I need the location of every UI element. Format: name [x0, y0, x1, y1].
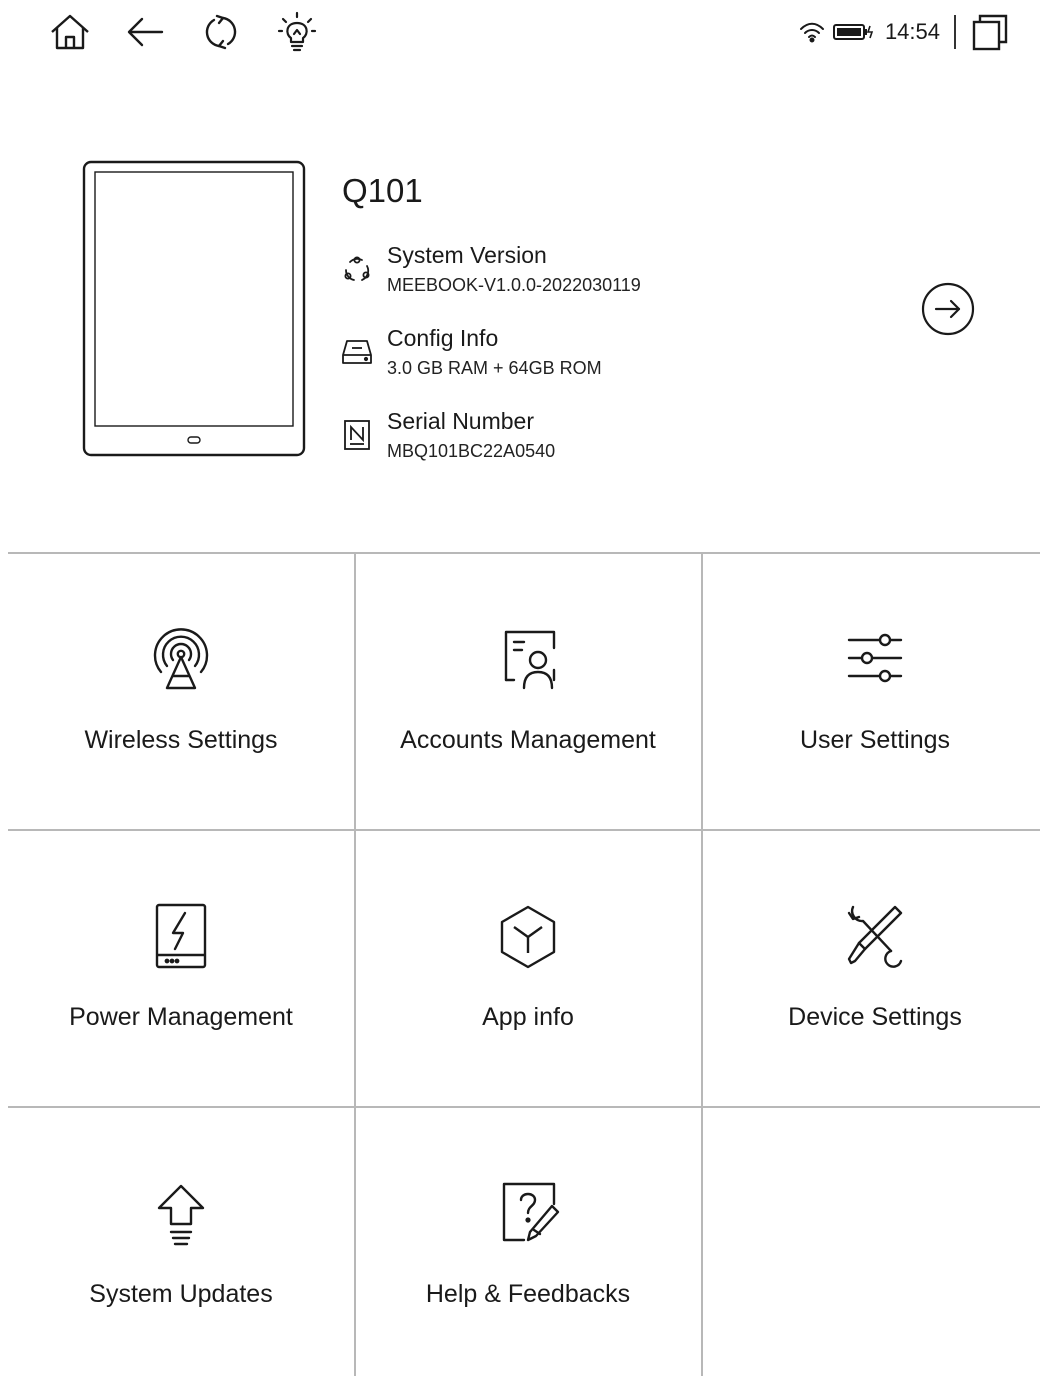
system-version-value: MEEBOOK-V1.0.0-2022030119 — [387, 275, 641, 295]
wireless-icon — [153, 628, 209, 690]
power-icon — [155, 903, 207, 969]
wifi-icon — [799, 22, 824, 43]
tile-accounts-management[interactable]: Accounts Management — [355, 554, 701, 830]
status-divider — [954, 15, 956, 49]
tile-label: Wireless Settings — [84, 726, 278, 754]
tile-app-info[interactable]: App info — [355, 831, 701, 1107]
tile-wireless-settings[interactable]: Wireless Settings — [8, 554, 354, 830]
tile-label: Device Settings — [788, 1003, 962, 1031]
app-box-icon — [500, 905, 556, 969]
home-icon[interactable] — [46, 8, 94, 56]
update-icon — [157, 1184, 205, 1246]
status-right-group: 14:54 — [799, 10, 1010, 54]
accounts-icon — [504, 630, 556, 690]
tile-label: Accounts Management — [400, 726, 656, 754]
multitask-icon[interactable] — [970, 12, 1010, 52]
tile-help-feedbacks[interactable]: Help & Feedbacks — [355, 1108, 701, 1384]
tile-label: Power Management — [69, 1003, 293, 1031]
serial-number-value: MBQ101BC22A0540 — [387, 441, 556, 461]
lightbulb-icon[interactable] — [273, 8, 321, 56]
system-version-icon — [344, 256, 370, 281]
tile-label: System Updates — [89, 1280, 273, 1308]
status-bar: 14:54 — [0, 0, 1040, 64]
serial-number-label: Serial Number — [387, 408, 534, 434]
storage-icon — [342, 340, 372, 364]
tile-system-updates[interactable]: System Updates — [8, 1108, 354, 1384]
device-name: Q101 — [342, 172, 423, 209]
battery-charging-icon — [832, 24, 874, 40]
tile-label: App info — [482, 1003, 574, 1031]
tile-device-settings[interactable]: Device Settings — [702, 831, 1040, 1107]
arrow-right-circle-icon[interactable] — [921, 282, 975, 336]
config-info-label: Config Info — [387, 325, 499, 351]
help-icon — [502, 1182, 560, 1242]
back-arrow-icon[interactable] — [122, 8, 170, 56]
refresh-icon[interactable] — [197, 8, 245, 56]
tile-label: Help & Feedbacks — [425, 1280, 631, 1308]
tile-label: User Settings — [799, 726, 951, 754]
device-image — [82, 160, 306, 457]
serial-number-icon — [344, 420, 370, 450]
system-version-label: System Version — [387, 242, 547, 268]
sliders-icon — [847, 633, 903, 683]
tile-power-management[interactable]: Power Management — [8, 831, 354, 1107]
tile-user-settings[interactable]: User Settings — [702, 554, 1040, 830]
tools-icon — [847, 905, 903, 968]
config-info-value: 3.0 GB RAM + 64GB ROM — [387, 358, 602, 378]
clock: 14:54 — [884, 19, 940, 44]
device-info-panel: Q101 System Version MEEBOOK-V1.0.0-20220… — [0, 130, 1040, 490]
settings-grid: Wireless Settings Accounts Management Us… — [8, 552, 1040, 1376]
